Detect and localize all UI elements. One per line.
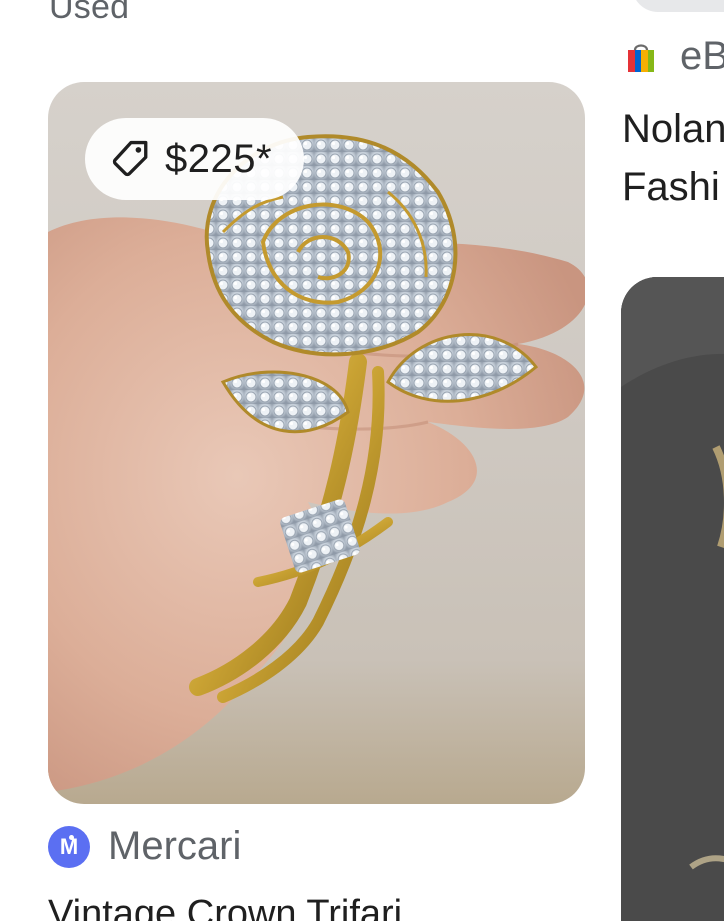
title-line-1: Nolan <box>622 107 724 151</box>
product-title-link-right[interactable]: Nolan Fashi <box>622 100 724 216</box>
source-name: Mercari <box>108 824 242 868</box>
partial-chip[interactable] <box>632 0 724 12</box>
source-name-ebay: eBay <box>680 34 724 78</box>
ebay-shopping-bag-icon <box>628 43 654 72</box>
shopping-results-grid: Used $225* M Mercari Vintage Crown Trifa… <box>0 0 724 921</box>
title-line-2: Fashi <box>622 165 720 209</box>
product-photo-right <box>621 277 724 921</box>
source-row-ebay[interactable]: eBay <box>626 34 724 79</box>
price-text: $225* <box>165 136 273 181</box>
price-chip[interactable]: $225* <box>85 118 305 200</box>
source-row[interactable]: M Mercari <box>48 824 241 869</box>
condition-label: Used <box>49 0 130 26</box>
tag-icon <box>112 140 148 177</box>
mercari-logo-icon: M <box>48 825 90 868</box>
product-title-link[interactable]: Vintage Crown Trifari <box>48 893 402 921</box>
product-image-right[interactable] <box>621 277 724 921</box>
